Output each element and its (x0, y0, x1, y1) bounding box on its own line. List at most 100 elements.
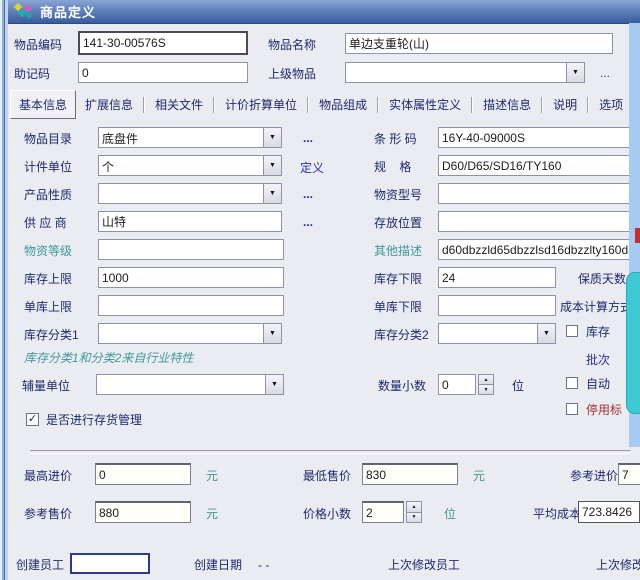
min-sale-label: 最低售价 (303, 469, 351, 483)
aux-unit-label: 辅量单位 (22, 379, 70, 393)
product-nature-dropdown[interactable]: ▼ (98, 183, 282, 204)
ref-purchase-label: 参考进价 (570, 469, 618, 483)
auto-flag-label: 自动 (586, 377, 610, 391)
chevron-down-icon[interactable]: ▼ (566, 63, 584, 82)
item-code-label: 物品编码 (14, 38, 62, 52)
item-code-input[interactable] (78, 31, 248, 55)
tab-separator (541, 97, 543, 113)
tab-item-composition[interactable]: 物品组成 (310, 92, 376, 117)
ref-purchase-input[interactable] (618, 463, 640, 485)
chevron-down-icon[interactable]: ▼ (263, 128, 281, 147)
tab-basic-info[interactable]: 基本信息 (10, 90, 76, 119)
chevron-down-icon[interactable]: ▼ (265, 375, 283, 394)
stock-lower-input[interactable] (438, 267, 556, 288)
chevron-down-icon[interactable]: ▼ (263, 156, 281, 175)
max-purchase-label: 最高进价 (24, 469, 72, 483)
ref-sale-input[interactable] (95, 501, 191, 523)
tab-notes[interactable]: 说明 (544, 92, 586, 117)
material-model-input[interactable] (438, 183, 636, 204)
tab-extended-info[interactable]: 扩展信息 (76, 92, 142, 117)
price-decimal-stepper[interactable]: ▲ ▼ (406, 501, 422, 523)
inventory-mgmt-label: 是否进行存货管理 (46, 413, 142, 427)
chevron-down-icon[interactable]: ▼ (263, 324, 281, 343)
material-grade-input[interactable] (98, 239, 284, 260)
qty-decimal-suffix: 位 (512, 379, 524, 393)
aux-unit-dropdown[interactable]: ▼ (96, 374, 284, 395)
price-decimal-suffix: 位 (444, 507, 456, 521)
parent-item-label: 上级物品 (268, 67, 316, 81)
mnemonic-input[interactable] (78, 62, 248, 83)
tab-separator (143, 97, 145, 113)
barcode-input[interactable] (438, 127, 636, 148)
cost-method-label: 成本计算方式 (560, 300, 632, 314)
window-title: 商品定义 (40, 2, 96, 21)
stock-class1-dropdown[interactable]: ▼ (98, 323, 282, 344)
product-nature-more-button[interactable]: ... (303, 187, 313, 201)
tab-related-files[interactable]: 相关文件 (146, 92, 212, 117)
price-decimal-input[interactable] (362, 501, 404, 523)
material-grade-label: 物资等级 (24, 244, 72, 258)
unit-label: 计件单位 (24, 160, 72, 174)
inventory-mgmt-checkbox[interactable]: ✓ (26, 413, 39, 426)
tab-bar: 基本信息 扩展信息 相关文件 计价折算单位 物品组成 实体属性定义 描述信息 说… (10, 91, 636, 118)
spin-down-icon[interactable]: ▼ (406, 513, 422, 524)
catalog-label: 物品目录 (24, 132, 72, 146)
store-lower-input[interactable] (438, 295, 556, 316)
spec-input[interactable] (438, 155, 636, 176)
cyan-balloon-edge (626, 272, 640, 414)
spin-down-icon[interactable]: ▼ (478, 385, 494, 395)
max-purchase-input[interactable] (95, 463, 191, 485)
stock-upper-input[interactable] (98, 267, 284, 288)
parent-item-dropdown[interactable]: ▼ (345, 62, 585, 83)
other-description-input[interactable] (438, 239, 636, 260)
stock-class-note: 库存分类1和分类2来自行业特性 (24, 349, 193, 366)
chevron-down-icon[interactable]: ▼ (263, 184, 281, 203)
title-bar[interactable]: 商品定义 (8, 0, 640, 24)
stock-flag-checkbox[interactable] (566, 325, 578, 337)
item-name-input[interactable] (345, 33, 613, 54)
spin-up-icon[interactable]: ▲ (406, 501, 422, 513)
qty-decimal-stepper[interactable]: ▲ ▼ (478, 374, 494, 395)
creator-input[interactable] (70, 553, 150, 574)
tab-pricing-unit[interactable]: 计价折算单位 (216, 92, 306, 117)
ref-sale-unit: 元 (206, 507, 218, 521)
catalog-dropdown[interactable]: 底盘件 ▼ (98, 127, 282, 148)
tab-separator (587, 97, 589, 113)
last-modified-label: 上次修改 (596, 558, 640, 572)
chevron-down-icon[interactable]: ▼ (537, 324, 555, 343)
tab-entity-attributes[interactable]: 实体属性定义 (380, 92, 470, 117)
create-date-value: - - (258, 558, 269, 572)
stock-lower-label: 库存下限 (374, 272, 422, 286)
store-upper-input[interactable] (98, 295, 284, 316)
unit-define-link[interactable]: 定义 (300, 159, 324, 176)
shelf-days-label: 保质天数 (578, 272, 626, 286)
parent-item-more-button[interactable]: ... (600, 66, 610, 80)
catalog-more-button[interactable]: ... (303, 131, 313, 145)
stock-class2-label: 库存分类2 (374, 328, 429, 342)
auto-flag-checkbox[interactable] (566, 377, 578, 389)
product-nature-label: 产品性质 (24, 188, 72, 202)
avg-cost-input[interactable] (578, 501, 640, 523)
stock-class2-dropdown[interactable]: ▼ (438, 323, 556, 344)
tab-separator (213, 97, 215, 113)
min-sale-input[interactable] (362, 463, 458, 485)
qty-decimal-input[interactable] (438, 374, 476, 395)
disable-flag-checkbox[interactable] (566, 403, 578, 415)
ref-sale-label: 参考售价 (24, 507, 72, 521)
supplier-more-button[interactable]: ... (303, 215, 313, 229)
storage-location-label: 存放位置 (374, 216, 422, 230)
stock-flag-label: 库存 (586, 325, 610, 339)
tab-description-info[interactable]: 描述信息 (474, 92, 540, 117)
disable-flag-label: 停用标 (586, 403, 622, 417)
batch-label: 批次 (586, 351, 610, 368)
spin-up-icon[interactable]: ▲ (478, 374, 494, 385)
mnemonic-label: 助记码 (14, 67, 50, 81)
tab-separator (471, 97, 473, 113)
min-sale-unit: 元 (473, 469, 485, 483)
red-edge-mark (635, 228, 640, 243)
unit-dropdown[interactable]: 个 ▼ (98, 155, 282, 176)
spec-label: 规 格 (374, 160, 411, 174)
tab-options[interactable]: 选项 (590, 92, 632, 117)
supplier-input[interactable] (98, 211, 282, 232)
storage-location-input[interactable] (438, 211, 636, 232)
